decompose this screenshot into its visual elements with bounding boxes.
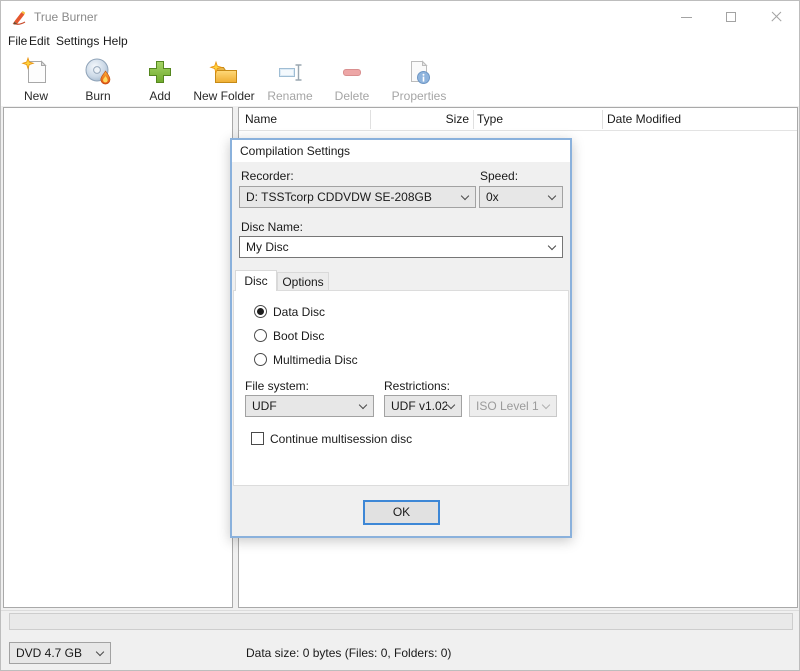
column-header-date-modified[interactable]: Date Modified [607, 108, 681, 131]
minimize-icon[interactable] [671, 2, 703, 32]
tab-options[interactable]: Options [277, 272, 329, 291]
radio-data-disc[interactable]: Data Disc [248, 304, 325, 319]
chevron-down-icon [541, 400, 551, 410]
properties-button: Properties [383, 56, 455, 106]
capacity-progress-bar [9, 613, 793, 630]
new-button[interactable]: New [5, 56, 67, 106]
disc-name-input[interactable]: My Disc [239, 236, 563, 258]
menu-help[interactable]: Help [103, 34, 128, 48]
delete-button: Delete [321, 56, 383, 106]
disc-name-label: Disc Name: [241, 220, 304, 234]
column-divider[interactable] [473, 110, 474, 129]
data-size-status: Data size: 0 bytes (Files: 0, Folders: 0… [246, 646, 452, 660]
burn-disc-icon [85, 58, 111, 85]
chevron-down-icon [358, 400, 368, 410]
recorder-label: Recorder: [241, 169, 294, 183]
window-title: True Burner [34, 10, 98, 24]
file-system-label: File system: [245, 379, 310, 393]
list-header: Name Size Type Date Modified [239, 108, 797, 131]
add-plus-icon [149, 61, 171, 83]
toolbar-label: Properties [391, 89, 447, 103]
toolbar-label: Burn [85, 89, 111, 103]
compilation-settings-dialog: Compilation Settings Recorder: D: TSSTco… [230, 138, 572, 538]
restrictions-label: Restrictions: [384, 379, 451, 393]
multisession-checkbox[interactable]: Continue multisession disc [245, 431, 412, 446]
chevron-down-icon [547, 191, 557, 201]
chevron-down-icon [446, 400, 456, 410]
speed-label: Speed: [480, 169, 519, 183]
radio-boot-disc[interactable]: Boot Disc [248, 328, 324, 343]
new-folder-button[interactable]: New Folder [189, 56, 259, 106]
title-bar: True Burner [1, 1, 799, 33]
app-window: True Burner File Edit Settings Help New [0, 0, 800, 671]
radio-multimedia-disc[interactable]: Multimedia Disc [248, 352, 358, 367]
chevron-down-icon [547, 241, 557, 251]
chevron-down-icon [460, 191, 470, 201]
dialog-title-bar[interactable]: Compilation Settings [232, 140, 570, 162]
menu-settings[interactable]: Settings [56, 34, 99, 48]
menu-file[interactable]: File [8, 34, 27, 48]
column-header-size[interactable]: Size [370, 108, 469, 131]
radio-button-icon [254, 305, 267, 318]
disc-capacity-select[interactable]: DVD 4.7 GB [9, 642, 111, 664]
recorder-select[interactable]: D: TSSTcorp CDDVDW SE-208GB [239, 186, 476, 208]
menu-bar: File Edit Settings Help [1, 33, 799, 51]
toolbar: New Burn Add New Folder Rename Delete Pr… [1, 51, 799, 106]
delete-minus-icon [343, 69, 361, 76]
radio-button-icon [254, 353, 267, 366]
disc-tab-page: Data Disc Boot Disc Multimedia Disc File… [233, 290, 569, 486]
burn-button[interactable]: Burn [67, 56, 129, 106]
close-icon[interactable] [761, 2, 793, 32]
toolbar-label: New [23, 89, 48, 103]
radio-button-icon [254, 329, 267, 342]
column-header-name[interactable]: Name [245, 108, 277, 131]
menu-edit[interactable]: Edit [29, 34, 50, 48]
iso-level-select: ISO Level 1 [469, 395, 557, 417]
rename-textbox-icon [279, 64, 302, 81]
file-system-select[interactable]: UDF [245, 395, 374, 417]
column-divider[interactable] [602, 110, 603, 129]
app-logo-icon [12, 11, 26, 25]
chevron-down-icon [95, 647, 105, 657]
toolbar-label: Add [149, 89, 171, 103]
tab-disc[interactable]: Disc [235, 270, 277, 291]
column-divider[interactable] [370, 110, 371, 129]
rename-button: Rename [259, 56, 321, 106]
toolbar-label: New Folder [193, 89, 255, 103]
restrictions-select[interactable]: UDF v1.02 [384, 395, 462, 417]
properties-info-icon [411, 60, 430, 84]
compilation-tree-panel[interactable] [3, 107, 233, 608]
ok-button[interactable]: OK [363, 500, 440, 525]
dialog-title: Compilation Settings [240, 144, 351, 158]
new-folder-icon [209, 60, 237, 83]
toolbar-label: Rename [267, 89, 313, 103]
maximize-icon[interactable] [716, 2, 748, 32]
toolbar-label: Delete [334, 89, 370, 103]
column-header-type[interactable]: Type [477, 108, 503, 131]
speed-select[interactable]: 0x [479, 186, 563, 208]
new-document-icon [21, 56, 47, 83]
add-button[interactable]: Add [129, 56, 191, 106]
checkbox-icon [251, 432, 264, 445]
